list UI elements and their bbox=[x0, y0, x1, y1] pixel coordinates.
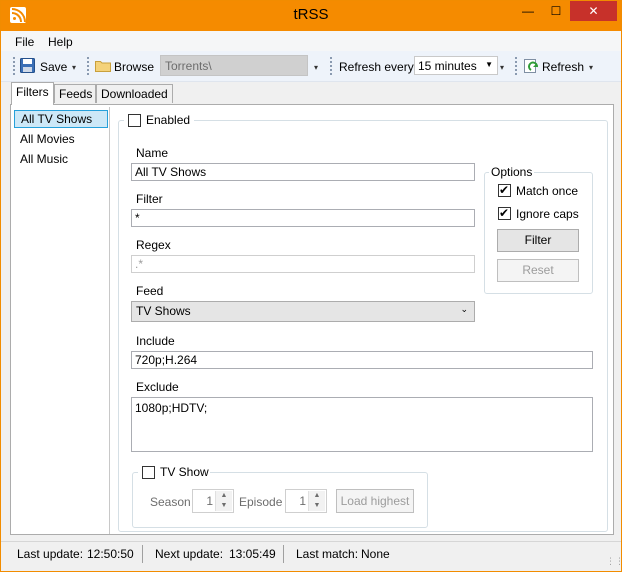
browse-button[interactable]: Browse bbox=[114, 60, 154, 74]
menu-help[interactable]: Help bbox=[48, 35, 73, 49]
path-dropdown-icon[interactable]: ▾ bbox=[314, 63, 318, 72]
feed-select[interactable]: TV Shows ⌄ bbox=[131, 301, 475, 322]
toolbar-grip[interactable] bbox=[87, 57, 92, 75]
list-item[interactable]: All TV Shows bbox=[14, 110, 108, 128]
save-dropdown-icon[interactable]: ▾ bbox=[72, 63, 76, 72]
next-update-value: 13:05:49 bbox=[229, 547, 276, 561]
refresh-interval-select[interactable]: 15 minutes ▼ bbox=[414, 56, 498, 75]
match-once-label: Match once bbox=[516, 184, 579, 198]
season-value: 1 bbox=[206, 494, 213, 508]
include-label: Include bbox=[136, 334, 175, 348]
toolbar-grip[interactable] bbox=[515, 57, 520, 75]
load-highest-button[interactable]: Load highest bbox=[336, 489, 414, 513]
save-button[interactable]: Save bbox=[40, 60, 67, 74]
enabled-checkbox[interactable] bbox=[128, 114, 141, 127]
last-match-label: Last match: bbox=[296, 547, 359, 561]
filter-button[interactable]: Filter bbox=[497, 229, 579, 252]
toolbar-grip[interactable] bbox=[330, 57, 335, 75]
name-field[interactable]: All TV Shows bbox=[131, 163, 475, 181]
refresh-every-label: Refresh every bbox=[339, 60, 414, 74]
filter-label: Filter bbox=[136, 192, 163, 206]
episode-up-icon[interactable]: ▲ bbox=[309, 491, 325, 501]
feed-select-value: TV Shows bbox=[136, 304, 191, 318]
regex-label: Regex bbox=[136, 238, 171, 252]
ignore-caps-checkbox[interactable] bbox=[498, 206, 511, 220]
interval-dropdown-icon[interactable]: ▾ bbox=[500, 63, 504, 72]
filter-list[interactable] bbox=[12, 107, 110, 534]
toolbar-grip[interactable] bbox=[13, 57, 18, 75]
exclude-field[interactable]: 1080p;HDTV; bbox=[131, 397, 593, 452]
refresh-dropdown-icon[interactable]: ▾ bbox=[589, 63, 593, 72]
match-once-checkbox[interactable] bbox=[498, 183, 511, 197]
torrents-path-field[interactable]: Torrents\ bbox=[160, 55, 308, 76]
last-match-value: None bbox=[361, 547, 390, 561]
resize-grip-icon[interactable]: ⋮⋮ bbox=[606, 556, 622, 568]
episode-value: 1 bbox=[299, 494, 306, 508]
folder-icon bbox=[95, 59, 111, 72]
enabled-label: Enabled bbox=[146, 113, 191, 127]
list-item[interactable]: All Music bbox=[14, 150, 108, 168]
tab-filters[interactable]: Filters bbox=[11, 82, 54, 105]
include-field[interactable]: 720p;H.264 bbox=[131, 351, 593, 369]
episode-stepper[interactable]: 1 ▲ ▼ bbox=[285, 489, 327, 513]
season-up-icon[interactable]: ▲ bbox=[216, 491, 232, 501]
feed-label: Feed bbox=[136, 284, 164, 298]
ignore-caps-label: Ignore caps bbox=[516, 207, 579, 221]
refresh-interval-value: 15 minutes bbox=[418, 59, 477, 73]
minimize-button[interactable]: — bbox=[514, 1, 542, 21]
maximize-button[interactable]: ☐ bbox=[542, 1, 570, 21]
tv-show-label: TV Show bbox=[160, 465, 209, 479]
season-stepper[interactable]: 1 ▲ ▼ bbox=[192, 489, 234, 513]
last-update-label: Last update: bbox=[17, 547, 84, 561]
regex-field[interactable]: .* bbox=[131, 255, 475, 273]
reset-button[interactable]: Reset bbox=[497, 259, 579, 282]
next-update-label: Next update: bbox=[155, 547, 224, 561]
menu-bar bbox=[1, 31, 621, 51]
season-down-icon[interactable]: ▼ bbox=[216, 501, 232, 511]
status-separator bbox=[283, 545, 284, 563]
exclude-label: Exclude bbox=[136, 380, 179, 394]
episode-down-icon[interactable]: ▼ bbox=[309, 501, 325, 511]
tv-show-checkbox[interactable] bbox=[142, 466, 155, 479]
name-label: Name bbox=[136, 146, 169, 160]
tab-downloaded[interactable]: Downloaded bbox=[96, 84, 173, 103]
list-item[interactable]: All Movies bbox=[14, 130, 108, 148]
close-button[interactable]: ✕ bbox=[570, 1, 617, 21]
options-legend: Options bbox=[489, 165, 535, 179]
status-separator bbox=[142, 545, 143, 563]
season-label: Season bbox=[150, 495, 191, 509]
tab-feeds[interactable]: Feeds bbox=[54, 84, 96, 103]
refresh-icon bbox=[523, 58, 539, 74]
save-icon bbox=[20, 58, 35, 73]
episode-label: Episode bbox=[239, 495, 283, 509]
menu-file[interactable]: File bbox=[15, 35, 34, 49]
last-update-value: 12:50:50 bbox=[87, 547, 134, 561]
chevron-down-icon: ⌄ bbox=[460, 304, 468, 314]
chevron-down-icon: ▼ bbox=[485, 60, 493, 69]
refresh-button[interactable]: Refresh bbox=[542, 60, 584, 74]
filter-field[interactable]: * bbox=[131, 209, 475, 227]
